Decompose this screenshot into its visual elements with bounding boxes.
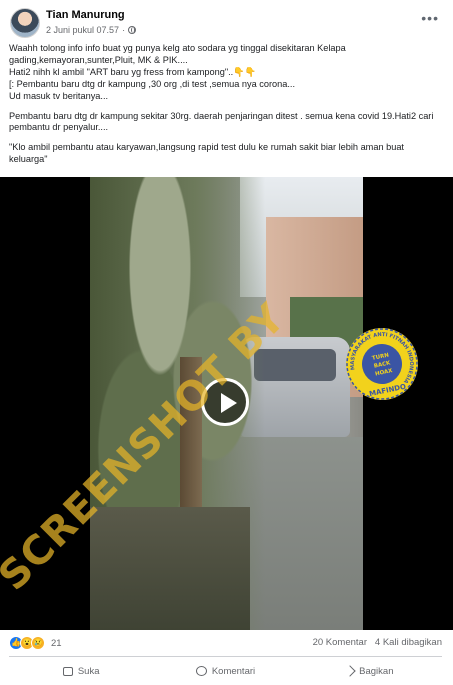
- thumbs-up-icon: [62, 666, 73, 676]
- like-label: Suka: [77, 665, 100, 677]
- sad-reaction-icon: 😢: [31, 636, 45, 650]
- post-text-line: Pembantu baru dtg dr kampung sekitar 30r…: [9, 110, 434, 133]
- post-text-line: Hati2 nihh kl ambil "ART baru yg fress f…: [9, 66, 257, 77]
- engagement-stats: 👍 😮 😢 21 20 Komentar 4 Kali dibagikan: [9, 636, 442, 652]
- like-button[interactable]: Suka: [9, 660, 153, 682]
- more-options-icon[interactable]: •••: [421, 11, 439, 25]
- post-date[interactable]: 2 Juni pukul 07.57: [46, 25, 119, 35]
- facebook-post-card: Tian Manurung 2 Juni pukul 07.57 · ••• W…: [0, 0, 453, 685]
- video-player[interactable]: SCREENSHOT BY MASYARAKAT ANTI FITNAH IND…: [0, 177, 453, 630]
- mafindo-seal-logo: MASYARAKAT ANTI FITNAH INDONESIA TURN BA…: [344, 326, 419, 400]
- public-globe-icon: [128, 26, 137, 34]
- stats-divider: [9, 656, 442, 657]
- comment-count[interactable]: 20 Komentar: [313, 637, 367, 648]
- post-text-line: Waahh tolong info info buat yg punya kel…: [9, 43, 346, 65]
- meta-separator: ·: [122, 25, 126, 35]
- post-text-line: Ud masuk tv beritanya...: [9, 90, 109, 101]
- reaction-count: 21: [51, 637, 62, 649]
- video-ground: [90, 507, 250, 630]
- comment-icon: [195, 666, 207, 676]
- post-text: Waahh tolong info info buat yg punya kel…: [9, 43, 441, 166]
- comment-label: Komentari: [211, 665, 256, 677]
- author-name[interactable]: Tian Manurung: [46, 9, 125, 21]
- share-label: Bagikan: [359, 665, 394, 677]
- comment-button[interactable]: Komentari: [153, 660, 297, 682]
- post-header: Tian Manurung 2 Juni pukul 07.57 · •••: [8, 6, 445, 38]
- share-icon: [344, 665, 356, 677]
- post-meta: 2 Juni pukul 07.57 ·: [46, 25, 137, 35]
- reactions-summary[interactable]: 👍 😮 😢 21: [9, 636, 62, 650]
- share-button[interactable]: Bagikan: [298, 660, 442, 682]
- author-avatar[interactable]: [10, 8, 40, 38]
- post-text-line: [: Pembantu baru dtg dr kampung ,30 org …: [9, 78, 295, 89]
- post-text-line: "Klo ambil pembantu atau karyawan,langsu…: [9, 142, 404, 165]
- comment-share-counts: 20 Komentar 4 Kali dibagikan: [313, 637, 442, 648]
- post-actions: Suka Komentari Bagikan: [9, 660, 442, 682]
- share-count[interactable]: 4 Kali dibagikan: [375, 637, 442, 648]
